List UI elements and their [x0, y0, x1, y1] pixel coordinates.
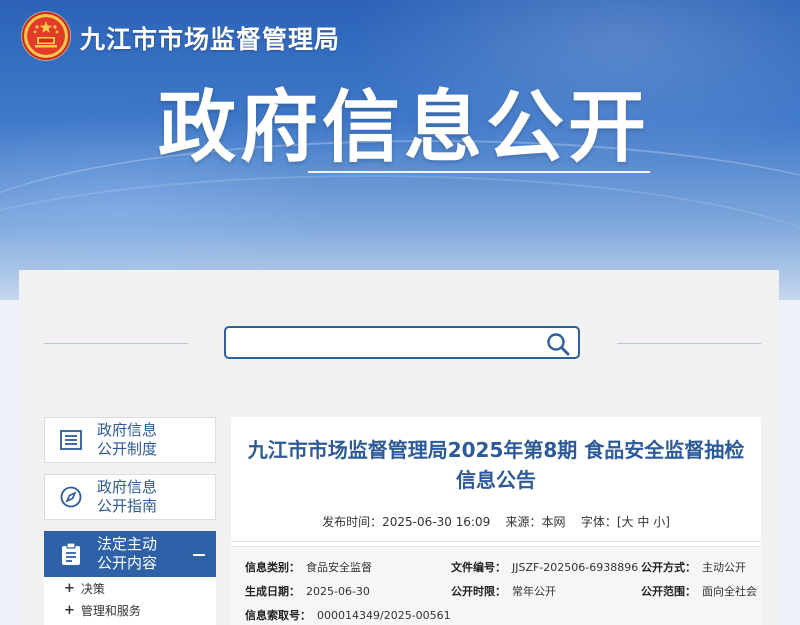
info-label: 信息类别： — [245, 561, 300, 574]
info-value: 主动公开 — [702, 561, 746, 574]
search-icon — [547, 333, 570, 356]
plus-icon: + — [64, 602, 75, 618]
sidebar-subitem-label: 管理和服务 — [80, 603, 141, 618]
national-emblem-icon[interactable] — [22, 12, 70, 60]
sidebar-subitem-decision[interactable]: + 决策 — [44, 577, 216, 599]
sidebar-item-label: 公开制度 — [97, 440, 158, 458]
info-date: 生成日期： 2025-06-30 — [245, 583, 370, 599]
article-title: 九江市市场监督管理局2025年第8期 食品安全监督抽检信息公告 — [247, 438, 745, 492]
info-period: 公开时限： 常年公开 — [451, 583, 556, 599]
source-value: 本网 — [541, 515, 566, 529]
info-index: 信息索取号： 000014349/2025-00561 — [245, 607, 451, 623]
collapse-icon[interactable] — [193, 554, 205, 556]
sidebar-item-label: 法定主动 — [97, 535, 158, 553]
search-bar — [224, 326, 580, 359]
sidebar-item-label: 公开指南 — [97, 497, 158, 515]
search-button[interactable] — [546, 332, 570, 356]
search-divider-left — [44, 343, 188, 344]
info-value: JJSZF-202506-6938896 — [512, 561, 639, 574]
article-divider — [231, 541, 761, 542]
info-label: 信息索取号： — [245, 609, 311, 622]
fontsize-large-button[interactable]: 大 — [622, 515, 634, 529]
info-label: 公开范围： — [641, 585, 696, 598]
info-label: 公开方式： — [641, 561, 696, 574]
sidebar-item-label: 政府信息 — [97, 421, 158, 439]
sidebar-subitem-management-service[interactable]: + 管理和服务 — [44, 599, 216, 621]
fontsize-bracket-close: ] — [665, 515, 670, 529]
sidebar-subitem-label: 决策 — [80, 581, 105, 596]
info-label: 生成日期： — [245, 585, 300, 598]
info-category: 信息类别： 食品安全监督 — [245, 559, 372, 575]
sidebar-item-label: 公开内容 — [97, 554, 158, 572]
document-list-icon — [60, 430, 82, 450]
search-input[interactable] — [234, 332, 534, 354]
info-method: 公开方式： 主动公开 — [641, 559, 746, 575]
article-card: 九江市市场监督管理局2025年第8期 食品安全监督抽检信息公告 发布时间：202… — [231, 417, 761, 625]
info-value: 000014349/2025-00561 — [317, 609, 451, 622]
info-table: 信息类别： 食品安全监督 文件编号： JJSZF-202506-6938896 公开… — [231, 546, 761, 625]
article-meta: 发布时间：2025-06-30 16:09 来源：本网 字体：[大 中 小] — [231, 513, 761, 530]
publish-label: 发布时间： — [322, 515, 383, 529]
compass-icon — [60, 486, 82, 508]
header-banner: 九江市市场监督管理局 政府信息公开 — [0, 0, 800, 300]
sidebar-item-disclosure-guide[interactable]: 政府信息 公开指南 — [44, 474, 216, 520]
info-label: 文件编号： — [451, 561, 506, 574]
publish-time: 2025-06-30 16:09 — [382, 515, 491, 529]
search-divider-right — [617, 343, 761, 344]
plus-icon: + — [64, 580, 75, 596]
fontsize-small-button[interactable]: 小 — [653, 515, 665, 529]
sidebar-item-disclosure-system[interactable]: 政府信息 公开制度 — [44, 417, 216, 463]
info-value: 常年公开 — [512, 585, 556, 598]
sidebar-item-label: 政府信息 — [97, 478, 158, 496]
fontsize-label: 字体： — [580, 515, 617, 529]
banner-underline — [308, 171, 650, 173]
banner-title: 政府信息公开 — [158, 83, 651, 173]
info-label: 公开时限： — [451, 585, 506, 598]
info-scope: 公开范围： 面向全社会 — [641, 583, 757, 599]
info-value: 2025-06-30 — [306, 585, 370, 598]
fontsize-medium-button[interactable]: 中 — [637, 515, 649, 529]
info-value: 面向全社会 — [702, 585, 757, 598]
clipboard-icon — [62, 542, 80, 565]
info-docno: 文件编号： JJSZF-202506-6938896 — [451, 559, 638, 575]
info-value: 食品安全监督 — [306, 561, 372, 574]
source-label: 来源： — [505, 515, 542, 529]
sidebar-item-statutory-content[interactable]: 法定主动 公开内容 — [44, 531, 216, 577]
sidebar-sub-list: + 决策 + 管理和服务 — [44, 577, 216, 625]
site-title[interactable]: 九江市市场监督管理局 — [80, 20, 340, 56]
